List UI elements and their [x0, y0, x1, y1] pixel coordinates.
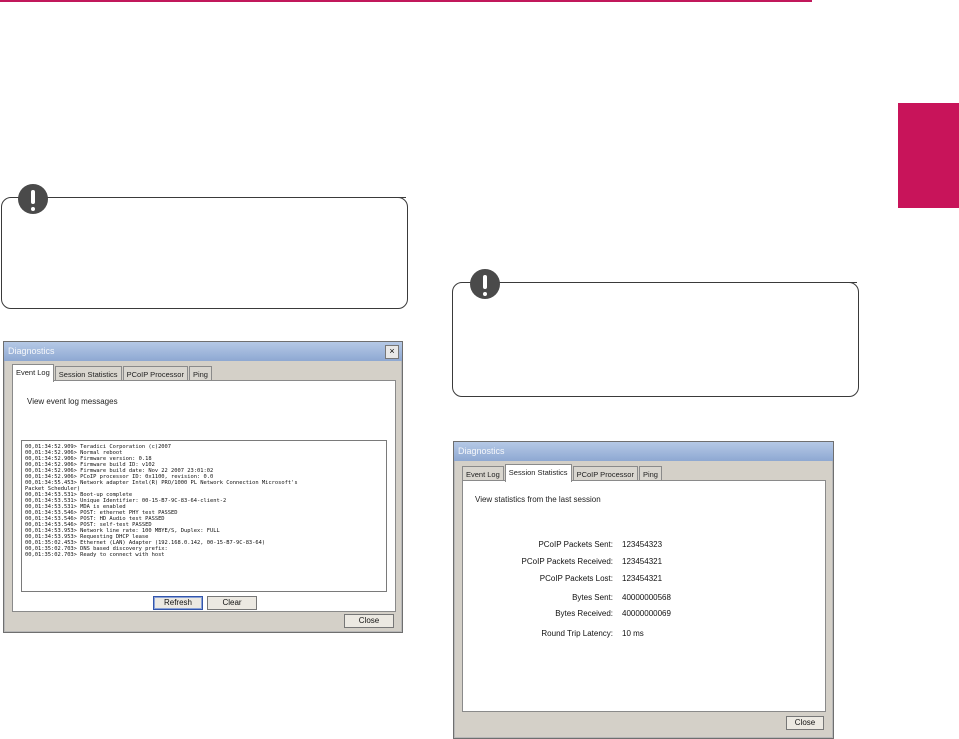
- stat-label: Bytes Sent:: [572, 593, 613, 602]
- stat-value: 40000000568: [622, 593, 671, 602]
- tab-event-log[interactable]: Event Log: [12, 364, 54, 382]
- note-rule-left: [118, 197, 406, 198]
- dialog-title-bar: Diagnostics ×: [4, 342, 402, 361]
- dialog-title: Diagnostics: [458, 446, 505, 456]
- tab-session-statistics[interactable]: Session Statistics: [504, 464, 572, 482]
- close-button[interactable]: Close: [786, 716, 824, 730]
- close-icon[interactable]: ×: [385, 345, 399, 359]
- stat-label: PCoIP Packets Lost:: [539, 574, 613, 583]
- event-log-textarea[interactable]: 00,01:34:52.909> Teradici Corporation (c…: [21, 440, 387, 592]
- event-log-panel: View event log messages 00,01:34:52.909>…: [12, 380, 396, 612]
- event-log-dialog: Diagnostics × Event Log Session Statisti…: [3, 341, 403, 633]
- dialog-title-bar: Diagnostics: [454, 442, 833, 461]
- dialog-title: Diagnostics: [8, 346, 55, 356]
- session-statistics-dialog: Diagnostics Event Log Session Statistics…: [453, 441, 834, 739]
- panel-caption: View statistics from the last session: [475, 495, 601, 504]
- close-button[interactable]: Close: [344, 614, 394, 628]
- stat-label: PCoIP Packets Sent:: [538, 540, 613, 549]
- stat-value: 40000000069: [622, 609, 671, 618]
- stat-value: 123454323: [622, 540, 663, 549]
- stat-value: 123454321: [622, 574, 663, 583]
- clear-button[interactable]: Clear: [207, 596, 257, 610]
- warning-icon: [470, 269, 500, 299]
- refresh-button[interactable]: Refresh: [153, 596, 203, 610]
- note-box-left: [1, 197, 408, 309]
- header-rule: [0, 0, 812, 2]
- note-rule-right: [568, 282, 857, 283]
- note-box-right: [452, 282, 859, 397]
- stat-label: PCoIP Packets Received:: [521, 557, 613, 566]
- session-statistics-panel: View statistics from the last session PC…: [462, 480, 826, 712]
- panel-caption: View event log messages: [27, 397, 118, 406]
- stat-label: Bytes Received:: [555, 609, 613, 618]
- stat-label: Round Trip Latency:: [541, 629, 613, 638]
- stat-value: 123454321: [622, 557, 663, 566]
- log-line: 00,01:35:02.703> Ready to connect with h…: [25, 552, 165, 558]
- stat-value: 10 ms: [622, 629, 644, 638]
- chapter-tab: [898, 103, 959, 208]
- warning-icon: [18, 184, 48, 214]
